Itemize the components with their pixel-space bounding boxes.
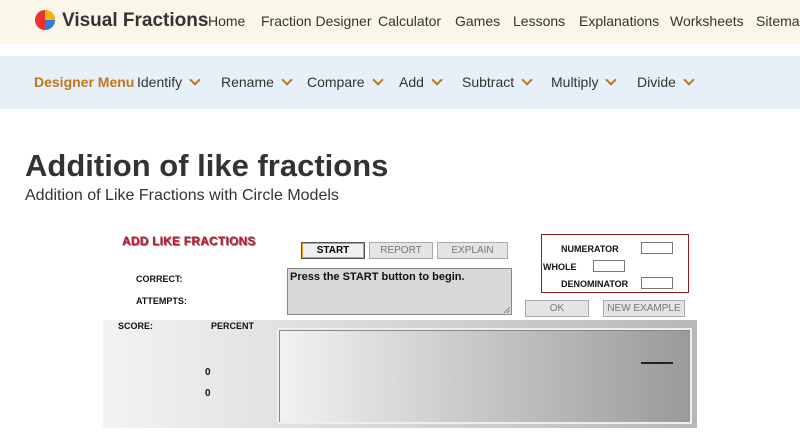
site-brand[interactable]: Visual Fractions (62, 10, 208, 32)
menu-compare[interactable]: Compare (307, 74, 384, 90)
percent-label: PERCENT (211, 321, 255, 331)
nav-worksheets[interactable]: Worksheets (670, 13, 744, 29)
page-subtitle: Addition of Like Fractions with Circle M… (25, 187, 339, 204)
menu-subtract-label: Subtract (462, 74, 515, 90)
explain-button[interactable]: EXPLAIN (437, 242, 508, 259)
new-example-button[interactable]: NEW EXAMPLE (603, 300, 685, 317)
nav-sitemap[interactable]: Sitemap (756, 13, 800, 29)
denominator-label: DENOMINATOR (561, 279, 629, 289)
menu-multiply[interactable]: Multiply (551, 74, 618, 90)
top-navbar: Visual Fractions Home Fraction Designer … (0, 0, 800, 44)
menu-rename[interactable]: Rename (221, 74, 293, 90)
message-textarea[interactable]: Press the START button to begin. (287, 268, 512, 315)
nav-home[interactable]: Home (208, 13, 245, 29)
menu-divide[interactable]: Divide (637, 74, 695, 90)
score-label: SCORE: (118, 321, 154, 331)
designer-menu-bar: Designer Menu Identify Rename Compare Ad… (0, 56, 800, 109)
nav-fraction-designer[interactable]: Fraction Designer (261, 13, 372, 29)
menu-add-label: Add (399, 74, 424, 90)
chevron-down-icon (605, 74, 618, 86)
applet-title: ADD LIKE FRACTIONS (122, 234, 256, 248)
message-text: Press the START button to begin. (290, 271, 465, 283)
fraction-bar (641, 362, 673, 364)
ok-button[interactable]: OK (525, 300, 589, 317)
menu-divide-label: Divide (637, 74, 676, 90)
menu-identify[interactable]: Identify (137, 74, 201, 90)
nav-games[interactable]: Games (455, 13, 500, 29)
menu-compare-label: Compare (307, 74, 365, 90)
correct-label: CORRECT: (136, 274, 183, 284)
menu-multiply-label: Multiply (551, 74, 599, 90)
nav-lessons[interactable]: Lessons (513, 13, 565, 29)
chevron-down-icon (683, 74, 695, 86)
whole-label: WHOLE (543, 262, 577, 272)
menu-identify-label: Identify (137, 74, 183, 90)
menu-subtract[interactable]: Subtract (462, 74, 533, 90)
attempts-count-value: 0 (205, 388, 211, 399)
start-button[interactable]: START (301, 242, 365, 259)
chevron-down-icon (189, 74, 201, 86)
pie-chart-logo-icon[interactable] (34, 9, 56, 31)
page-title: Addition of like fractions (25, 148, 389, 183)
nav-calculator[interactable]: Calculator (378, 13, 441, 29)
whole-input[interactable] (593, 260, 625, 272)
fraction-display-area (277, 328, 692, 424)
report-button[interactable]: REPORT (369, 242, 433, 259)
designer-menu-title[interactable]: Designer Menu (34, 74, 134, 90)
nav-explanations[interactable]: Explanations (579, 13, 659, 29)
resize-handle-icon[interactable] (504, 307, 510, 313)
correct-count-value: 0 (205, 367, 211, 378)
numerator-label: NUMERATOR (561, 244, 619, 254)
chevron-down-icon (371, 74, 384, 86)
menu-add[interactable]: Add (399, 74, 443, 90)
denominator-input[interactable] (641, 277, 673, 289)
chevron-down-icon (281, 74, 293, 86)
chevron-down-icon (431, 74, 443, 86)
numerator-input[interactable] (641, 242, 673, 254)
menu-rename-label: Rename (221, 74, 274, 90)
attempts-label: ATTEMPTS: (136, 296, 187, 306)
chevron-down-icon (521, 74, 533, 86)
